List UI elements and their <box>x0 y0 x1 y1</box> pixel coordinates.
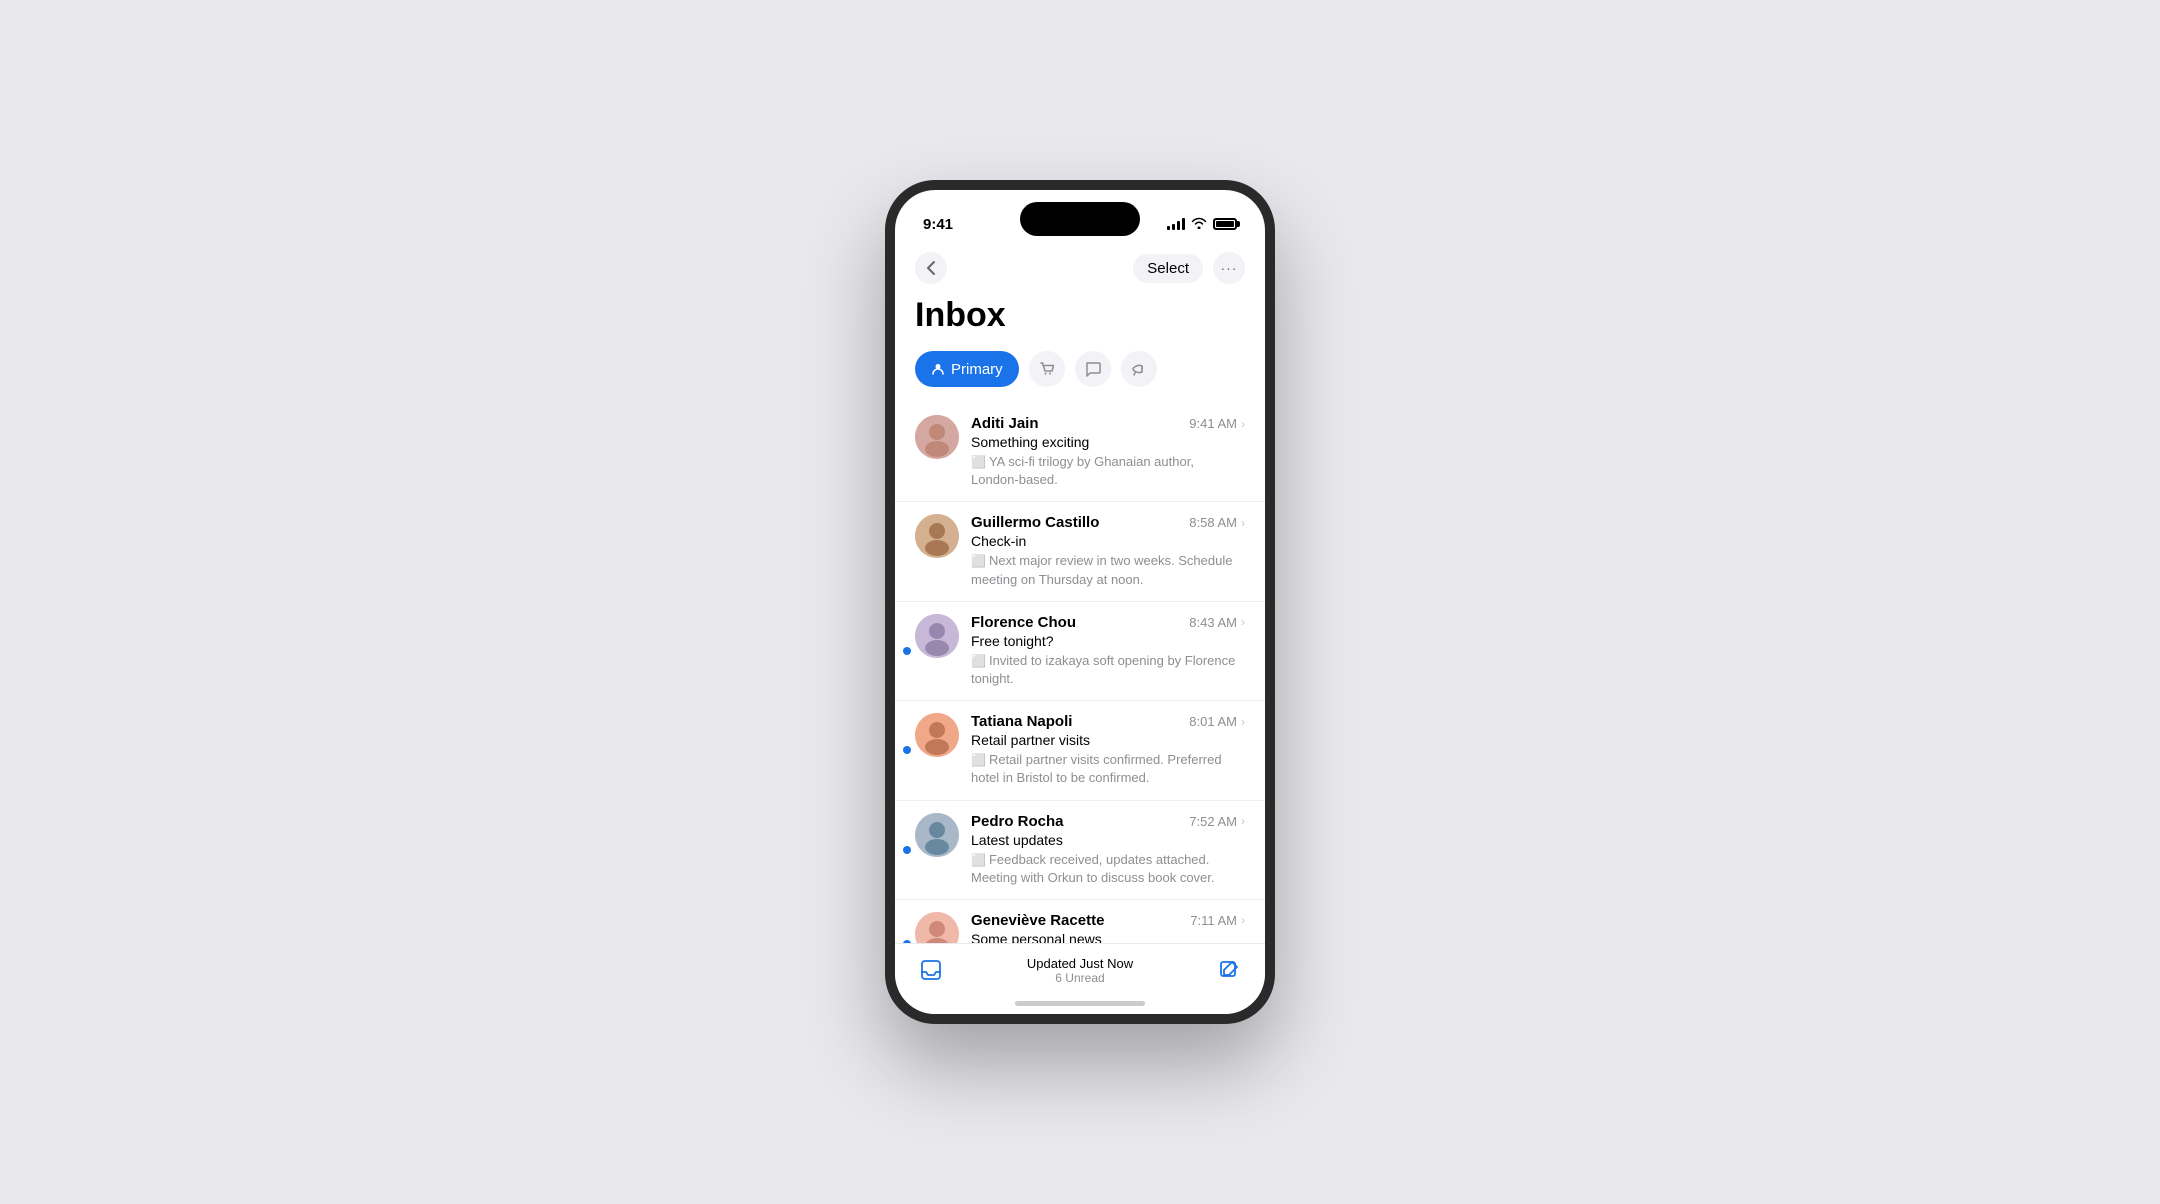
tab-chat[interactable] <box>1075 351 1111 387</box>
email-content-2: Guillermo Castillo 8:58 AM › Check-in ⬜N… <box>971 514 1245 588</box>
chevron-3: › <box>1241 615 1245 629</box>
inbox-icon[interactable] <box>915 954 947 986</box>
email-meta-2: 8:58 AM › <box>1189 515 1245 530</box>
email-meta-4: 8:01 AM › <box>1189 714 1245 729</box>
bottom-bar-content: Updated Just Now 6 Unread <box>915 954 1245 986</box>
chevron-6: › <box>1241 913 1245 927</box>
nav-bar: Select ··· <box>895 244 1265 292</box>
email-time-2: 8:58 AM <box>1189 515 1237 530</box>
email-subject-4: Retail partner visits <box>971 732 1245 748</box>
updated-text: Updated Just Now <box>1027 956 1133 971</box>
email-subject-3: Free tonight? <box>971 633 1245 649</box>
email-item-2[interactable]: Guillermo Castillo 8:58 AM › Check-in ⬜N… <box>895 502 1265 601</box>
signal-icon <box>1167 218 1185 230</box>
sender-florence: Florence Chou <box>971 614 1076 631</box>
avatar-florence <box>915 614 959 658</box>
sender-guillermo: Guillermo Castillo <box>971 514 1099 531</box>
status-time: 9:41 <box>923 216 953 233</box>
chevron-4: › <box>1241 715 1245 729</box>
phone-frame: 9:41 <box>885 180 1275 1024</box>
email-content-5: Pedro Rocha 7:52 AM › Latest updates ⬜Fe… <box>971 813 1245 887</box>
nav-actions: Select ··· <box>1133 252 1245 284</box>
email-time-1: 9:41 AM <box>1189 416 1237 431</box>
email-item-4[interactable]: Tatiana Napoli 8:01 AM › Retail partner … <box>895 701 1265 800</box>
email-preview-1: ⬜YA sci-fi trilogy by Ghanaian author, L… <box>971 453 1245 489</box>
email-subject-1: Something exciting <box>971 434 1245 450</box>
email-time-5: 7:52 AM <box>1189 814 1237 829</box>
avatar-guillermo <box>915 514 959 558</box>
email-item-3[interactable]: Florence Chou 8:43 AM › Free tonight? ⬜I… <box>895 602 1265 701</box>
back-button[interactable] <box>915 252 947 284</box>
tabs-container: Primary <box>895 351 1265 403</box>
email-header-5: Pedro Rocha 7:52 AM › <box>971 813 1245 830</box>
email-meta-3: 8:43 AM › <box>1189 615 1245 630</box>
chevron-2: › <box>1241 516 1245 530</box>
status-icons <box>1167 217 1237 232</box>
chevron-1: › <box>1241 417 1245 431</box>
tab-promotions[interactable] <box>1121 351 1157 387</box>
bottom-center-info: Updated Just Now 6 Unread <box>1027 956 1133 985</box>
phone-inner: 9:41 <box>895 190 1265 1014</box>
select-button[interactable]: Select <box>1133 254 1203 283</box>
unread-dot-3 <box>903 647 911 655</box>
home-indicator <box>1015 1001 1145 1006</box>
avatar-aditi <box>915 415 959 459</box>
tab-primary-label: Primary <box>951 361 1003 378</box>
email-meta-6: 7:11 AM › <box>1190 913 1245 928</box>
unread-count: 6 Unread <box>1027 971 1133 985</box>
email-meta-5: 7:52 AM › <box>1189 814 1245 829</box>
email-preview-4: ⬜Retail partner visits confirmed. Prefer… <box>971 751 1245 787</box>
email-preview-5: ⬜Feedback received, updates attached. Me… <box>971 851 1245 887</box>
email-time-4: 8:01 AM <box>1189 714 1237 729</box>
email-item-5[interactable]: Pedro Rocha 7:52 AM › Latest updates ⬜Fe… <box>895 801 1265 900</box>
email-header-4: Tatiana Napoli 8:01 AM › <box>971 713 1245 730</box>
avatar-pedro <box>915 813 959 857</box>
tab-shopping[interactable] <box>1029 351 1065 387</box>
compose-icon[interactable] <box>1213 954 1245 986</box>
email-content-4: Tatiana Napoli 8:01 AM › Retail partner … <box>971 713 1245 787</box>
email-subject-5: Latest updates <box>971 832 1245 848</box>
dynamic-island <box>1020 202 1140 236</box>
email-header-6: Geneviève Racette 7:11 AM › <box>971 912 1245 929</box>
email-content-1: Aditi Jain 9:41 AM › Something exciting … <box>971 415 1245 489</box>
page-title: Inbox <box>895 292 1265 351</box>
battery-icon <box>1213 218 1237 230</box>
chevron-5: › <box>1241 814 1245 828</box>
sender-tatiana: Tatiana Napoli <box>971 713 1072 730</box>
sender-genevieve: Geneviève Racette <box>971 912 1104 929</box>
email-header-1: Aditi Jain 9:41 AM › <box>971 415 1245 432</box>
sender-pedro: Pedro Rocha <box>971 813 1064 830</box>
unread-dot-4 <box>903 746 911 754</box>
email-time-3: 8:43 AM <box>1189 615 1237 630</box>
email-meta-1: 9:41 AM › <box>1189 416 1245 431</box>
more-button[interactable]: ··· <box>1213 252 1245 284</box>
email-header-2: Guillermo Castillo 8:58 AM › <box>971 514 1245 531</box>
sender-aditi: Aditi Jain <box>971 415 1039 432</box>
tab-primary[interactable]: Primary <box>915 351 1019 387</box>
avatar-tatiana <box>915 713 959 757</box>
email-subject-2: Check-in <box>971 533 1245 549</box>
email-content-3: Florence Chou 8:43 AM › Free tonight? ⬜I… <box>971 614 1245 688</box>
unread-dot-5 <box>903 846 911 854</box>
email-time-6: 7:11 AM <box>1190 913 1237 928</box>
email-item-1[interactable]: Aditi Jain 9:41 AM › Something exciting … <box>895 403 1265 502</box>
email-header-3: Florence Chou 8:43 AM › <box>971 614 1245 631</box>
email-preview-3: ⬜Invited to izakaya soft opening by Flor… <box>971 652 1245 688</box>
email-preview-2: ⬜Next major review in two weeks. Schedul… <box>971 552 1245 588</box>
email-list: Aditi Jain 9:41 AM › Something exciting … <box>895 403 1265 990</box>
wifi-icon <box>1191 217 1207 232</box>
